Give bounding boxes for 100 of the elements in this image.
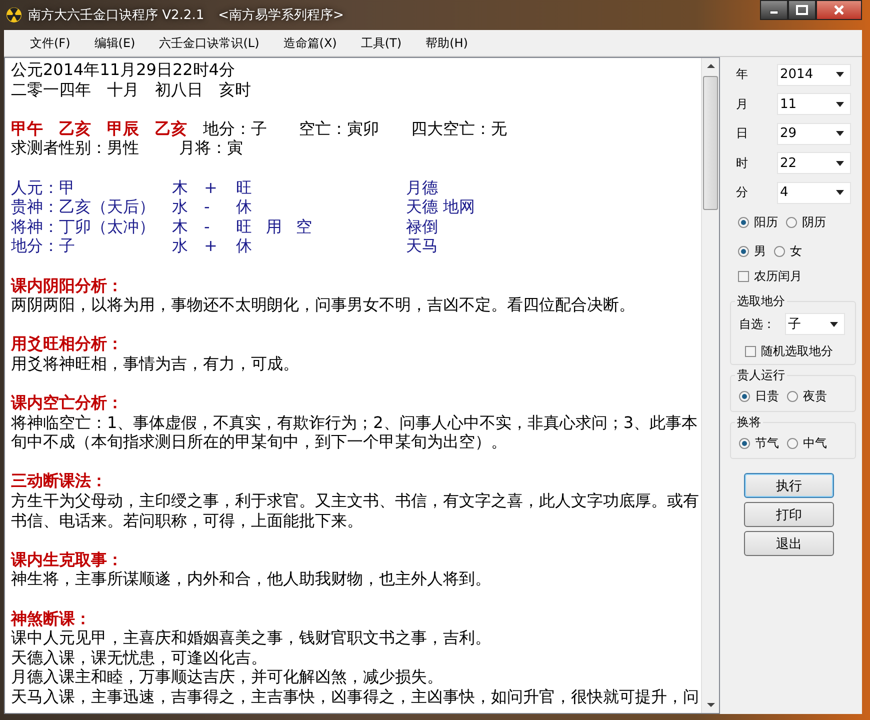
sign-text: + [204, 178, 218, 198]
radio-button[interactable] [739, 438, 750, 449]
group-title: 选取地分 [736, 292, 786, 310]
radio-label: 中气 [803, 435, 827, 452]
minimize-button[interactable] [760, 0, 788, 20]
radio-label: 女 [790, 242, 802, 260]
checkbox-label: 随机选取地分 [761, 343, 833, 360]
date-line: 公元2014年11月29日22时4分 [11, 60, 236, 80]
radiation-icon [6, 7, 22, 23]
radio-label: 夜贵 [803, 388, 827, 405]
state-text: 休 [236, 236, 253, 256]
scrollbar-thumb[interactable] [703, 76, 718, 210]
group-title: 换将 [736, 414, 762, 431]
position-name: 贵神：乙亥（天后） [11, 197, 156, 217]
info-text: 求测者性别：男性 [11, 138, 139, 158]
radio-label: 日贵 [755, 388, 779, 405]
menu-item[interactable]: 文件(F) [18, 34, 82, 52]
gods-text: 天马 [406, 236, 439, 256]
menu-item[interactable]: 六壬金口诀常识(L) [147, 34, 272, 52]
date-line: 二零一四年 十月 初八日 亥时 [11, 80, 252, 100]
mark-text: 用 [266, 216, 282, 236]
pillar-text: 甲辰 [107, 118, 139, 138]
mark-text: 空 [296, 216, 312, 236]
paragraph: 神生将，主事所谋顺遂，内外和合，他人助我财物，也主外人将到。 [11, 569, 492, 590]
scrollbar[interactable] [701, 58, 719, 713]
info-text: 月将：寅 [179, 138, 243, 158]
pillar-text: 乙亥 [59, 118, 91, 138]
state-text: 旺 [236, 178, 253, 198]
section-heading: 课内空亡分析： [11, 393, 124, 413]
action-button[interactable]: 退出 [744, 531, 834, 556]
info-text: 四大空亡：无 [411, 118, 507, 138]
dropdown-field[interactable]: 子 [785, 313, 845, 336]
info-text: 地分：子 [203, 118, 267, 138]
caret-icon [830, 322, 838, 327]
paragraph: 天马入课，主事迅速，吉事得之，主吉事快，凶事得之，主凶事快，如问升官，很快就可提升，问 [11, 687, 700, 707]
caret-icon [836, 72, 844, 78]
section-heading: 课内阴阳分析： [11, 276, 124, 296]
menu-item[interactable]: 帮助(H) [414, 34, 480, 52]
position-name: 地分：子 [11, 236, 76, 256]
radio-button[interactable] [786, 216, 797, 228]
paragraph: 月德入课主和睦，万事顺达吉庆，并可化解凶煞，减少损失。 [11, 667, 444, 687]
checkbox[interactable] [745, 346, 756, 357]
element-text: 水 [172, 197, 189, 217]
info-text: 空亡：寅卯 [299, 118, 379, 138]
section-heading: 三动断课法： [11, 471, 108, 492]
close-button[interactable] [816, 0, 862, 20]
action-button[interactable]: 打印 [744, 502, 834, 527]
menu-item[interactable]: 造命篇(X) [271, 34, 349, 52]
paragraph: 将神临空亡：1、事体虚假，不真实，有欺诈行为；2、问事人心中不实，非真心求问；3、此事本旬中不成（本旬指求测日所在的甲某旬中，到下一个甲某旬为出空）。 [11, 412, 699, 452]
dropdown-field[interactable]: 22 [777, 152, 851, 174]
element-text: 水 [172, 236, 189, 256]
section-heading: 用爻旺相分析： [11, 334, 124, 354]
field-label: 日 [735, 125, 749, 142]
position-name: 人元：甲 [11, 178, 76, 198]
caret-icon [836, 190, 844, 196]
dropdown-field[interactable]: 29 [777, 122, 851, 145]
state-text: 休 [236, 197, 253, 217]
radio-button[interactable] [738, 246, 749, 256]
maximize-icon [796, 5, 808, 15]
pillar-text: 甲午 [11, 118, 43, 138]
pillar-text: 乙亥 [155, 118, 187, 138]
menu-item[interactable]: 工具(T) [348, 34, 414, 52]
checkbox[interactable] [738, 270, 749, 282]
radio-button[interactable] [774, 246, 785, 256]
window-title: 南方大六壬金口诀程序 V2.2.1 [28, 7, 204, 24]
radio-label: 阴历 [802, 214, 826, 230]
menu-item[interactable]: 编辑(E) [82, 34, 148, 52]
window-subtitle: <南方易学系列程序> [218, 7, 344, 24]
caret-icon [836, 131, 844, 136]
close-icon [833, 5, 845, 15]
group-title: 贵人运行 [736, 367, 786, 384]
sign-text: + [204, 236, 218, 256]
element-text: 木 [172, 178, 189, 198]
section-heading: 神煞断课： [11, 608, 92, 628]
radio-button[interactable] [787, 391, 798, 402]
section-heading: 课内生克取事： [11, 550, 124, 570]
field-label: 自选： [738, 316, 776, 333]
dropdown-field[interactable]: 2014 [777, 64, 851, 86]
paragraph: 两阴两阳，以将为用，事物还不太明朗化，问事男女不明，吉凶不定。看四位配合决断。 [11, 295, 636, 315]
dropdown-field[interactable]: 11 [777, 93, 851, 116]
gods-text: 月德 [406, 178, 439, 198]
maximize-button[interactable] [788, 0, 816, 20]
dropdown-field[interactable]: 4 [777, 182, 851, 204]
field-label: 年 [735, 66, 749, 84]
radio-button[interactable] [787, 438, 798, 449]
caret-icon [836, 160, 844, 166]
element-text: 木 [172, 216, 189, 236]
field-label: 分 [735, 184, 749, 202]
field-label: 月 [735, 96, 749, 113]
radio-label: 阳历 [754, 214, 778, 230]
state-text: 旺 [236, 216, 253, 236]
radio-button[interactable] [739, 391, 750, 402]
gods-text: 禄倒 [406, 216, 439, 236]
paragraph: 方生干为父母动，主印绶之事，利于求官。又主文书、书信，有文字之喜，此人文字功底厚。或有书信、电话来。若问职称，可得，上面能批下来。 [11, 491, 700, 530]
sign-text: - [204, 197, 211, 217]
radio-button[interactable] [738, 216, 749, 228]
paragraph: 用爻将神旺相，事情为吉，有力，可成。 [11, 354, 300, 374]
radio-label: 男 [754, 242, 766, 260]
field-label: 时 [735, 154, 749, 172]
action-button[interactable]: 执行 [744, 473, 834, 498]
